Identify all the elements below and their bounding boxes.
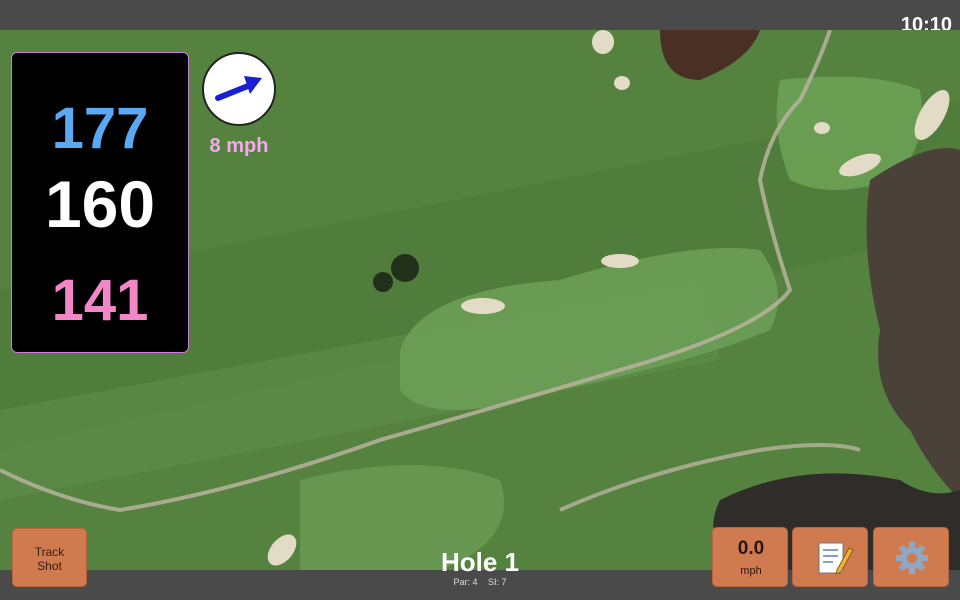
- track-shot-button[interactable]: Track Shot: [12, 528, 87, 587]
- distance-front: 141: [51, 268, 149, 333]
- notes-button[interactable]: [792, 527, 868, 587]
- top-status-bar: [0, 0, 960, 30]
- course-map[interactable]: 177 160 141 8 mph: [0, 30, 960, 570]
- settings-button[interactable]: [873, 527, 949, 587]
- distance-panel: 177 160 141: [11, 52, 189, 353]
- track-shot-label-line2: Shot: [37, 559, 62, 573]
- speed-value: 0.0: [737, 538, 765, 559]
- wind-direction-dial: [202, 52, 276, 126]
- track-shot-label-line1: Track: [34, 545, 65, 559]
- notes-icon: [818, 542, 854, 575]
- hole-par: Par: 4: [453, 577, 478, 587]
- gear-icon: [896, 542, 928, 574]
- arrow-icon: [215, 76, 262, 101]
- speed-unit: mph: [740, 565, 762, 577]
- hole-title: Hole 1: [440, 547, 520, 577]
- distance-middle: 160: [44, 167, 156, 241]
- distance-back: 177: [51, 96, 149, 161]
- hole-si: SI: 7: [488, 577, 507, 587]
- speed-button[interactable]: 0.0 mph: [712, 527, 788, 587]
- wind-speed: 8 mph: [209, 135, 269, 157]
- hole-meta: Par: 4 SI: 7: [380, 577, 580, 587]
